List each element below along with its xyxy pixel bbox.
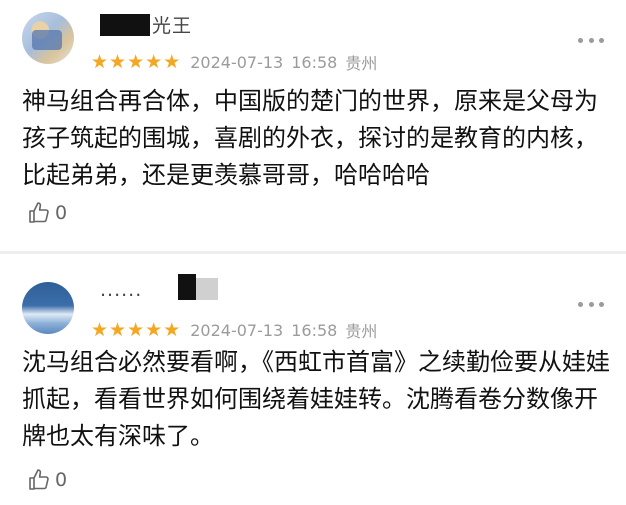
name-redaction (196, 278, 219, 300)
review-location: 贵州 (345, 322, 378, 341)
star-rating: ★ ★ ★ ★ ★ (91, 318, 181, 341)
review-date: 2024-07-13 (190, 320, 284, 340)
star-icon: ★ (145, 318, 163, 341)
review-card: ...... ★ ★ ★ ★ ★ 2024-07-13 16:58 贵州 沈马组… (0, 254, 626, 505)
review-meta: ★ ★ ★ ★ ★ 2024-07-13 16:58 贵州 (91, 50, 377, 74)
review-content: 沈马组合必然要看啊，《西虹市首富》之续勤俭要从娃娃抓起，看看世界如何围绕着娃娃转… (22, 348, 610, 450)
like-count: 0 (55, 202, 68, 224)
star-icon: ★ (145, 50, 163, 73)
avatar[interactable] (22, 282, 74, 334)
review-time: 16:58 (291, 320, 338, 340)
more-options-icon[interactable] (578, 300, 604, 308)
username[interactable]: 光王 (100, 11, 192, 38)
review-card: 光王 ★ ★ ★ ★ ★ 2024-07-13 16:58 贵州 神马组合再合体… (0, 0, 626, 252)
review-content: 神马组合再合体，中国版的楚门的世界，原来是父母为孩子筑起的围城，喜剧的外衣，探讨… (22, 87, 598, 189)
more-dot (599, 301, 604, 307)
star-icon: ★ (127, 50, 145, 73)
thumbs-up-icon (29, 202, 49, 223)
star-icon: ★ (163, 50, 181, 73)
name-redaction (100, 14, 150, 36)
review-location: 贵州 (345, 54, 378, 73)
name-redaction (178, 274, 197, 300)
more-dot (578, 301, 583, 307)
more-dot (599, 37, 604, 43)
star-icon: ★ (127, 318, 145, 341)
username-text: 光王 (152, 15, 193, 37)
thumbs-up-icon (29, 469, 49, 490)
star-icon: ★ (109, 318, 127, 341)
star-rating: ★ ★ ★ ★ ★ (91, 50, 181, 73)
star-icon: ★ (109, 50, 127, 73)
avatar[interactable] (22, 12, 74, 64)
like-button[interactable]: 0 (27, 201, 67, 225)
like-button[interactable]: 0 (27, 468, 67, 492)
more-dot (578, 37, 583, 43)
star-icon: ★ (91, 50, 109, 73)
review-date: 2024-07-13 (190, 52, 284, 72)
review-time: 16:58 (291, 52, 338, 72)
more-options-icon[interactable] (578, 36, 604, 44)
more-dot (588, 301, 594, 307)
more-dot (588, 37, 594, 43)
username-text: ...... (100, 279, 143, 301)
star-icon: ★ (163, 318, 181, 341)
like-count: 0 (55, 469, 68, 491)
username[interactable]: ...... (100, 274, 219, 301)
review-meta: ★ ★ ★ ★ ★ 2024-07-13 16:58 贵州 (91, 318, 377, 342)
star-icon: ★ (91, 318, 109, 341)
